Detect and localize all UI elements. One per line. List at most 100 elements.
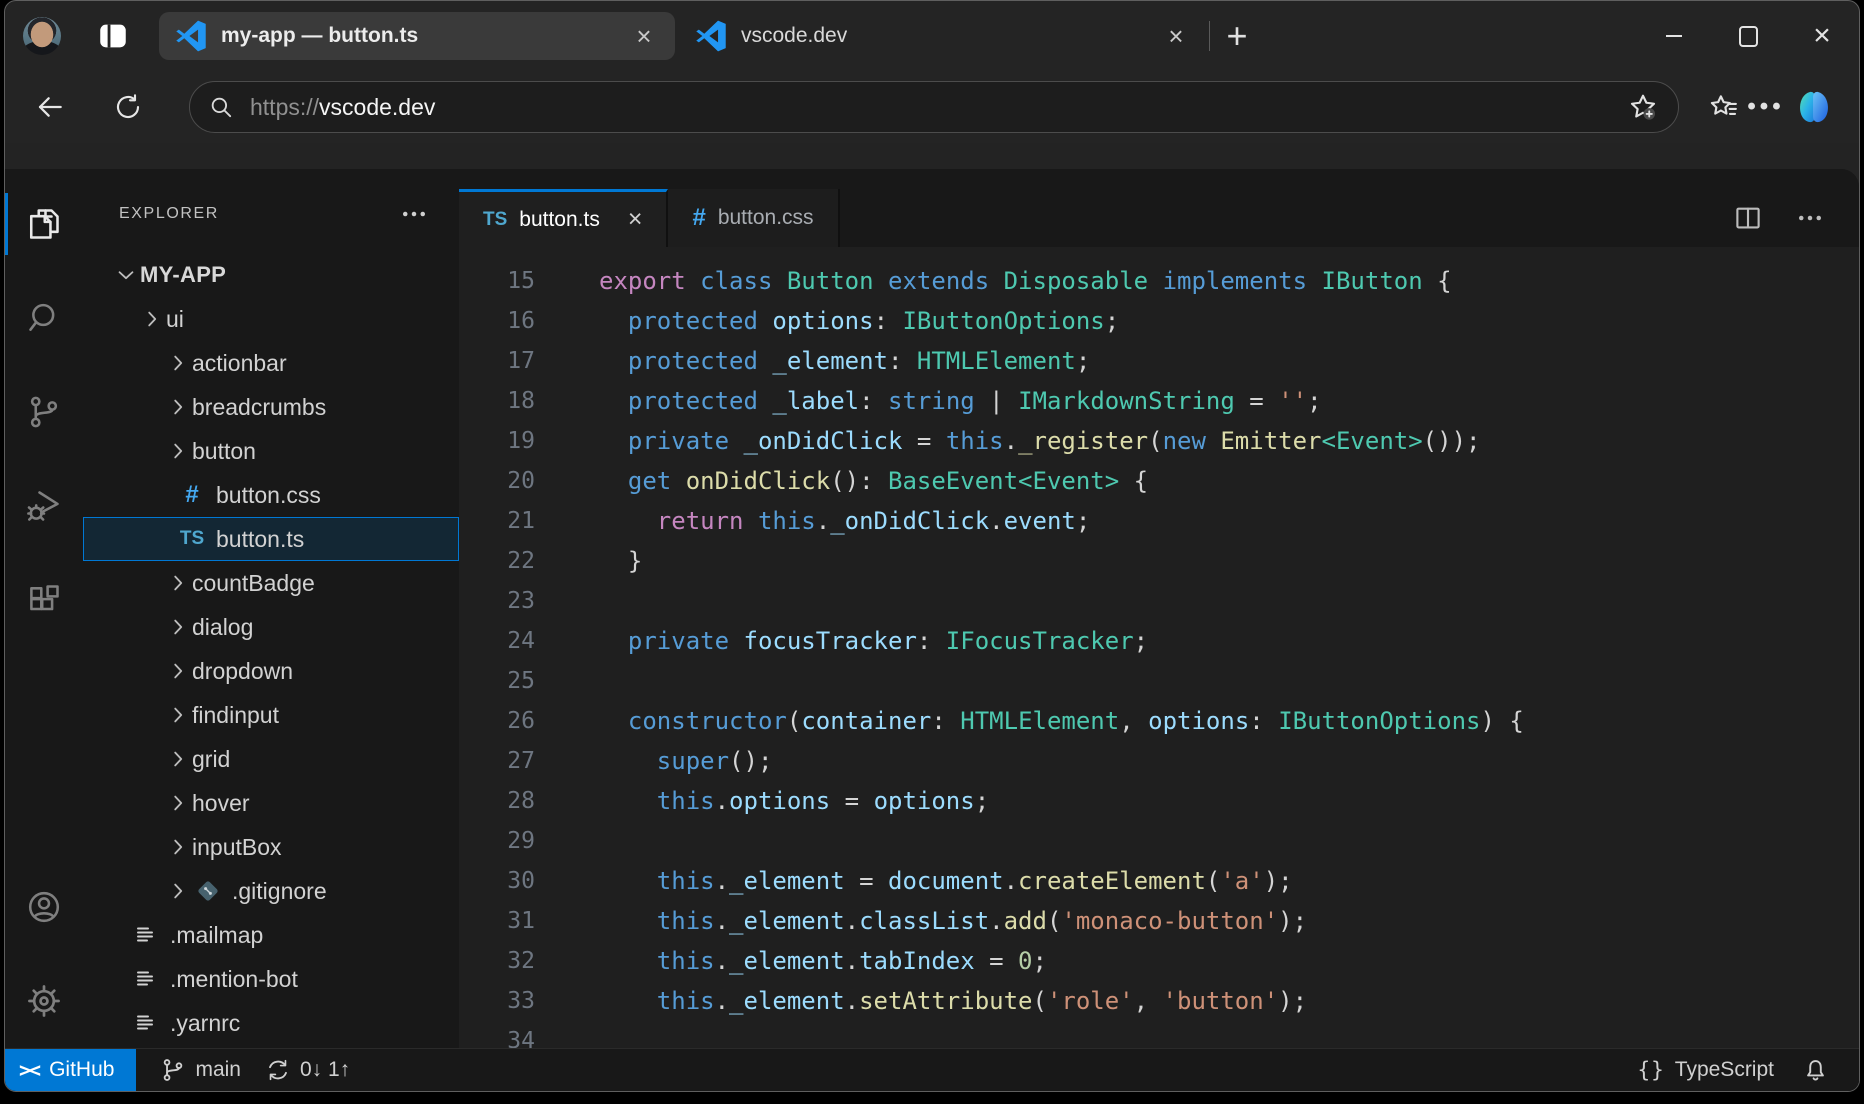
- tree-item-dropdown[interactable]: dropdown: [83, 649, 459, 693]
- maximize-button[interactable]: [1711, 1, 1785, 71]
- tree-item-inputBox[interactable]: inputBox: [83, 825, 459, 869]
- code-line[interactable]: 32 this._element.tabIndex = 0;: [459, 941, 1859, 981]
- language-indicator[interactable]: {} TypeScript: [1637, 1058, 1774, 1082]
- code-line[interactable]: 19 private _onDidClick = this._register(…: [459, 421, 1859, 461]
- activity-bar-item-explorer[interactable]: [5, 177, 83, 271]
- browser-tab-active[interactable]: my-app — button.ts ×: [159, 12, 675, 60]
- refresh-button[interactable]: [105, 84, 151, 130]
- browser-menu-button[interactable]: •••: [1745, 86, 1787, 128]
- tab-close-button[interactable]: ×: [1159, 19, 1193, 53]
- remote-indicator[interactable]: >< GitHub: [5, 1049, 136, 1091]
- tree-item-findinput[interactable]: findinput: [83, 693, 459, 737]
- tree-item-breadcrumbs[interactable]: breadcrumbs: [83, 385, 459, 429]
- file-lines-icon: [130, 1011, 162, 1035]
- editor-tab-button.ts[interactable]: TSbutton.ts×: [459, 189, 668, 247]
- editor-more-actions-button[interactable]: [1795, 203, 1825, 233]
- split-editor-button[interactable]: [1733, 203, 1763, 233]
- copilot-button[interactable]: [1793, 86, 1835, 128]
- code-line[interactable]: 26 constructor(container: HTMLElement, o…: [459, 701, 1859, 741]
- tree-item-countBadge[interactable]: countBadge: [83, 561, 459, 605]
- code-line[interactable]: 24 private focusTracker: IFocusTracker;: [459, 621, 1859, 661]
- explorer-header-title: EXPLORER: [119, 205, 219, 223]
- tree-item-ui[interactable]: ui: [83, 297, 459, 341]
- favorites-icon: [1709, 92, 1739, 122]
- tree-item-grid[interactable]: grid: [83, 737, 459, 781]
- line-number: 29: [459, 828, 535, 854]
- tree-item-button.css[interactable]: #button.css: [83, 473, 459, 517]
- line-number: 21: [459, 508, 535, 534]
- tree-item-actionbar[interactable]: actionbar: [83, 341, 459, 385]
- activity-bar-item-search[interactable]: [5, 271, 83, 365]
- activity-bar-item-settings[interactable]: [5, 954, 83, 1048]
- activity-bar-item-run-debug[interactable]: [5, 459, 83, 553]
- tree-item-button[interactable]: button: [83, 429, 459, 473]
- tree-item-dot-yarnrc[interactable]: .yarnrc: [83, 1001, 459, 1045]
- code-editor[interactable]: 15export class Button extends Disposable…: [459, 247, 1859, 1048]
- tree-item-dialog[interactable]: dialog: [83, 605, 459, 649]
- code-line[interactable]: 34: [459, 1021, 1859, 1048]
- code-line[interactable]: 23: [459, 581, 1859, 621]
- tree-item-dot-gitignore[interactable]: .gitignore: [83, 869, 459, 913]
- status-bar: >< GitHub main 0↓ 1↑ {} TypeScript: [5, 1048, 1859, 1091]
- tree-item-button.ts[interactable]: TSbutton.ts: [83, 517, 459, 561]
- tree-item-dot-mention-bot[interactable]: .mention-bot: [83, 957, 459, 1001]
- language-label: TypeScript: [1675, 1058, 1774, 1082]
- line-number: 15: [459, 268, 535, 294]
- minimize-icon: [1666, 35, 1682, 37]
- code-line[interactable]: 27 super();: [459, 741, 1859, 781]
- tree-item-label: .mention-bot: [170, 966, 298, 993]
- activity-bar-item-account[interactable]: [5, 860, 83, 954]
- page-content: EXPLORER MY-APPui actionbar breadcrumbs but…: [5, 143, 1859, 1091]
- add-favorite-button[interactable]: [1622, 86, 1664, 128]
- code-line[interactable]: 30 this._element = document.createElemen…: [459, 861, 1859, 901]
- code-line[interactable]: 16 protected options: IButtonOptions;: [459, 301, 1859, 341]
- close-icon[interactable]: ×: [628, 207, 643, 232]
- notifications-bell-button[interactable]: [1802, 1057, 1829, 1084]
- css-file-icon: #: [692, 204, 705, 232]
- tree-item-label: dialog: [192, 614, 253, 641]
- line-number: 18: [459, 388, 535, 414]
- editor-tab-button.css[interactable]: #button.css: [668, 189, 839, 247]
- close-window-button[interactable]: ×: [1785, 1, 1859, 71]
- favorites-button[interactable]: [1703, 86, 1745, 128]
- refresh-icon: [113, 92, 143, 122]
- line-number: 23: [459, 588, 535, 614]
- file-lines-icon: [130, 923, 162, 947]
- line-number: 30: [459, 868, 535, 894]
- code-line[interactable]: 20 get onDidClick(): BaseEvent<Event> {: [459, 461, 1859, 501]
- tree-item-dot-mailmap[interactable]: .mailmap: [83, 913, 459, 957]
- code-line[interactable]: 33 this._element.setAttribute('role', 'b…: [459, 981, 1859, 1021]
- address-bar[interactable]: https://vscode.dev: [189, 81, 1679, 133]
- line-number: 27: [459, 748, 535, 774]
- tree-item-MY-APP[interactable]: MY-APP: [83, 253, 459, 297]
- workspaces-button[interactable]: [93, 16, 133, 56]
- tab-close-button[interactable]: ×: [627, 19, 661, 53]
- line-number: 26: [459, 708, 535, 734]
- browser-tab-strip: my-app — button.ts × vscode.dev × + ×: [5, 1, 1859, 71]
- minimize-button[interactable]: [1637, 1, 1711, 71]
- tree-item-label: breadcrumbs: [192, 394, 326, 421]
- tree-item-label: actionbar: [192, 350, 287, 377]
- tree-item-label: button: [192, 438, 256, 465]
- explorer-more-actions-button[interactable]: [399, 199, 429, 229]
- sync-indicator[interactable]: 0↓ 1↑: [265, 1057, 350, 1083]
- tree-item-hover[interactable]: hover: [83, 781, 459, 825]
- code-line[interactable]: 21 return this._onDidClick.event;: [459, 501, 1859, 541]
- code-line[interactable]: 15export class Button extends Disposable…: [459, 261, 1859, 301]
- back-button[interactable]: [27, 84, 73, 130]
- browser-tab-inactive[interactable]: vscode.dev ×: [679, 12, 1207, 60]
- new-tab-button[interactable]: +: [1214, 13, 1260, 59]
- code-line[interactable]: 25: [459, 661, 1859, 701]
- profile-avatar[interactable]: [23, 17, 61, 55]
- activity-bar-item-extensions[interactable]: [5, 553, 83, 647]
- activity-bar-item-source-control[interactable]: [5, 365, 83, 459]
- code-line[interactable]: 28 this.options = options;: [459, 781, 1859, 821]
- code-line[interactable]: 22 }: [459, 541, 1859, 581]
- line-number: 25: [459, 668, 535, 694]
- code-line[interactable]: 29: [459, 821, 1859, 861]
- code-line[interactable]: 18 protected _label: string | IMarkdownS…: [459, 381, 1859, 421]
- search-icon: [208, 94, 234, 120]
- code-line[interactable]: 17 protected _element: HTMLElement;: [459, 341, 1859, 381]
- branch-indicator[interactable]: main: [160, 1057, 241, 1083]
- code-line[interactable]: 31 this._element.classList.add('monaco-b…: [459, 901, 1859, 941]
